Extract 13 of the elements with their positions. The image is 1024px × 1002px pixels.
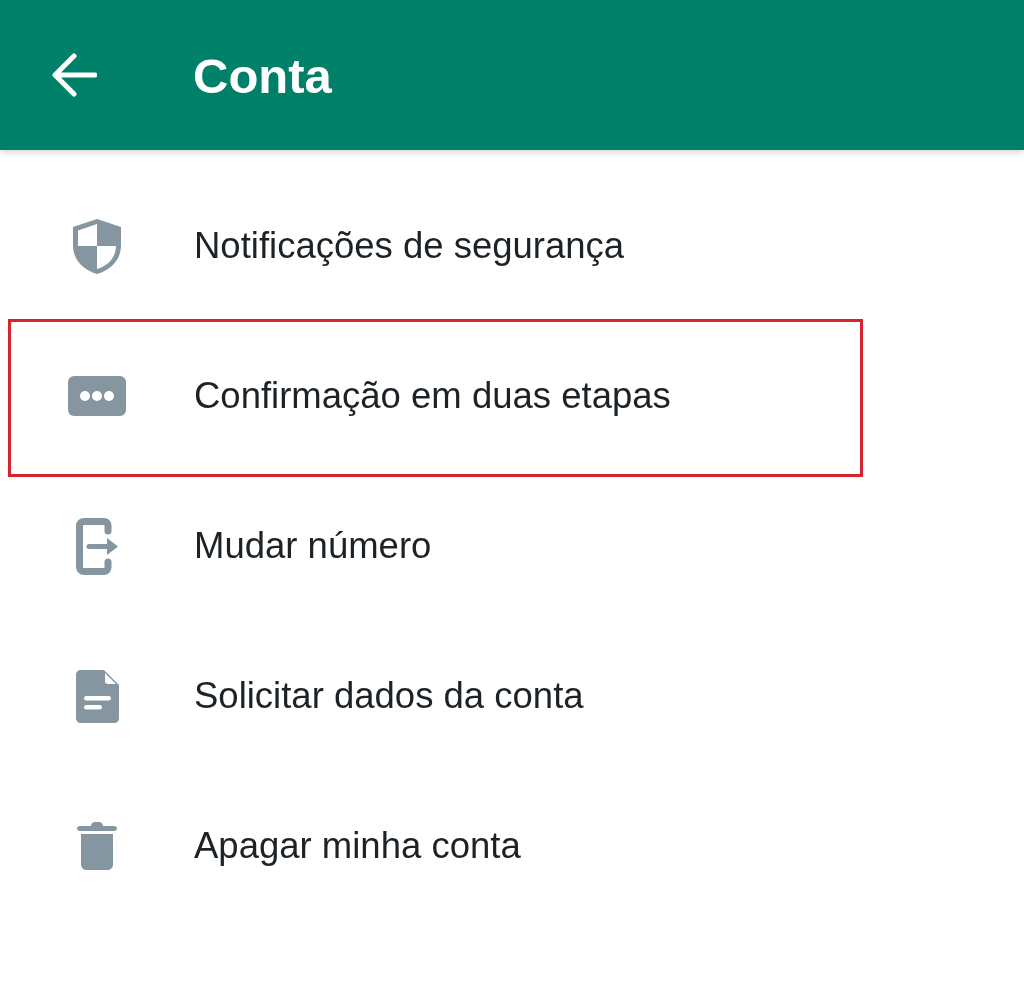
back-button[interactable] xyxy=(52,53,97,97)
trash-icon xyxy=(77,822,117,870)
password-dots-icon xyxy=(68,376,126,416)
shield-icon xyxy=(73,218,121,274)
back-arrow-icon xyxy=(52,53,97,97)
menu-item[interactable]: Apagar minha conta xyxy=(0,771,1024,921)
document-icon xyxy=(75,669,119,723)
menu-item[interactable]: Notificações de segurança xyxy=(0,171,1024,321)
menu-item[interactable]: Mudar número xyxy=(0,471,1024,621)
exit-arrow-icon xyxy=(76,517,118,575)
screen-title: Conta xyxy=(193,49,332,101)
menu-item[interactable]: Confirmação em duas etapas xyxy=(0,321,1024,471)
menu-item[interactable]: Solicitar dados da conta xyxy=(0,621,1024,771)
